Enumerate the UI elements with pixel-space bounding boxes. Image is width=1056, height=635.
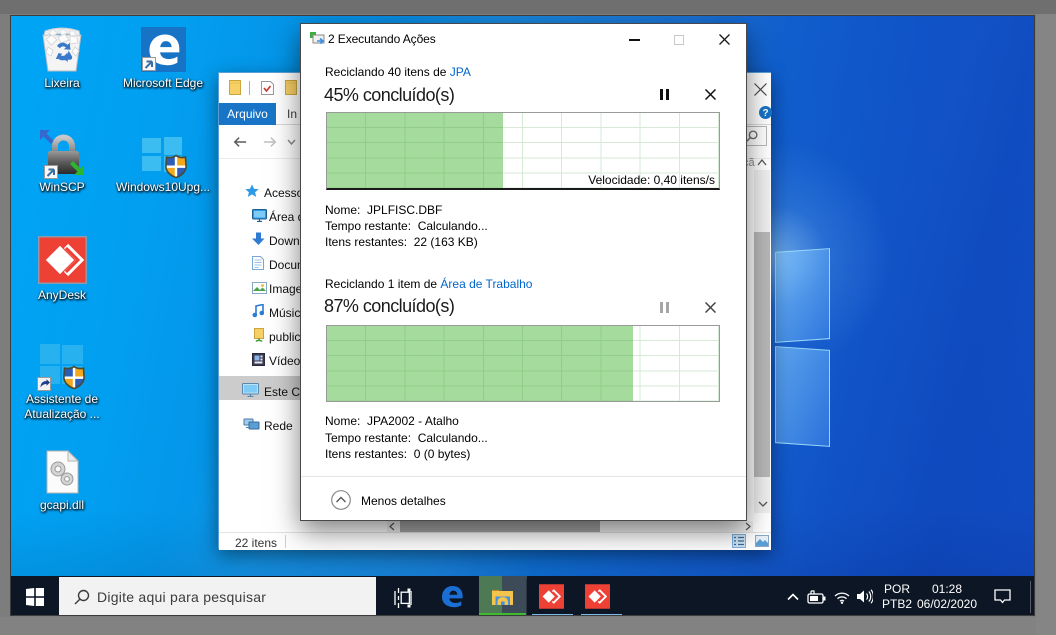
- svg-text:?: ?: [762, 108, 768, 119]
